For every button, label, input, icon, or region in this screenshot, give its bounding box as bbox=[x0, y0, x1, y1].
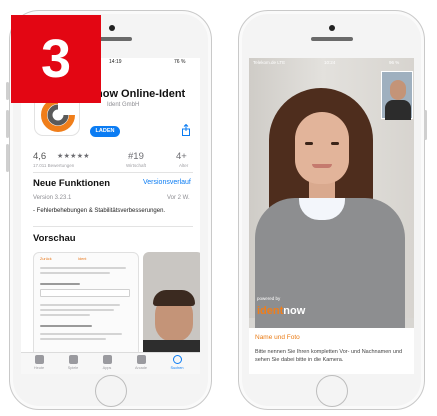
tab-arcade[interactable]: Arcade bbox=[127, 355, 155, 370]
preview-input-box bbox=[40, 289, 130, 297]
release-notes: - Fehlerbehebungen & Stabilitätsverbesse… bbox=[33, 208, 166, 214]
version-number: Version 3.23.1 bbox=[33, 195, 72, 201]
whats-new-title: Neue Funktionen bbox=[33, 178, 111, 189]
self-preview-face bbox=[390, 80, 406, 100]
status-carrier: Telekom.de LTE bbox=[253, 60, 286, 65]
preview-person-hair bbox=[153, 290, 195, 306]
preview-text-line bbox=[40, 309, 114, 311]
age-label: Alter bbox=[179, 163, 189, 168]
preview-screenshot-form[interactable]: Zurück Ident bbox=[33, 252, 139, 362]
volume-down-button bbox=[6, 144, 9, 172]
preview-field-label bbox=[40, 325, 92, 327]
chart-category: Wirtschaft bbox=[126, 163, 147, 168]
get-button[interactable]: LADEN bbox=[90, 126, 120, 137]
rating-stars: ★★★★★ bbox=[57, 153, 90, 160]
status-time: 10:24 bbox=[324, 60, 336, 65]
instruction-panel: Name und Foto Bitte nennen Sie Ihren kom… bbox=[249, 328, 414, 374]
powered-by-label: powered by bbox=[257, 296, 281, 301]
rating-value: 4,6 bbox=[33, 151, 47, 162]
agent-face bbox=[295, 112, 349, 184]
preview-text-line bbox=[40, 304, 120, 306]
tab-label: Heute bbox=[33, 366, 45, 370]
idnow-logo: identnow bbox=[257, 305, 305, 317]
self-preview-body bbox=[385, 100, 411, 120]
screenshot-stage: 14:19 76 % now Online-Ident Ident GmbH L… bbox=[0, 0, 437, 416]
share-icon[interactable] bbox=[181, 124, 191, 136]
agent-eye bbox=[305, 142, 313, 145]
divider bbox=[33, 172, 193, 173]
tab-label: Suchen bbox=[170, 366, 184, 370]
front-camera bbox=[329, 25, 335, 31]
version-history-link[interactable]: Versionsverlauf bbox=[143, 179, 191, 186]
app-store-screen: 14:19 76 % now Online-Ident Ident GmbH L… bbox=[21, 58, 200, 374]
preview-screenshot-video[interactable] bbox=[143, 252, 200, 362]
divider bbox=[33, 226, 193, 227]
tab-label: Spiele bbox=[67, 366, 79, 370]
front-camera bbox=[109, 25, 115, 31]
instruction-text: Bitte nennen Sie Ihren kompletten Vor- u… bbox=[255, 349, 403, 363]
home-button[interactable] bbox=[95, 375, 127, 407]
preview-title: Vorschau bbox=[33, 233, 76, 244]
preview-text-line bbox=[40, 333, 122, 335]
preview-back-link: Zurück bbox=[40, 257, 52, 261]
preview-text-line bbox=[40, 338, 106, 340]
agent-eye bbox=[331, 142, 339, 145]
arcade-icon bbox=[136, 355, 146, 364]
tab-apps[interactable]: Apps bbox=[93, 355, 121, 370]
preview-screen-head: Ident bbox=[78, 257, 87, 261]
tab-bar: Heute Spiele Apps Arcade Suchen bbox=[21, 352, 200, 374]
app-title: now Online-Ident bbox=[96, 88, 186, 100]
tab-label: Arcade bbox=[134, 366, 148, 370]
instruction-title: Name und Foto bbox=[255, 334, 300, 341]
idnow-watermark: powered by identnow bbox=[257, 296, 305, 319]
tab-games[interactable]: Spiele bbox=[59, 355, 87, 370]
games-icon bbox=[68, 355, 78, 364]
logo-suffix: now bbox=[283, 305, 306, 317]
preview-text-line bbox=[40, 272, 110, 274]
tab-today[interactable]: Heute bbox=[25, 355, 53, 370]
preview-text-line bbox=[40, 267, 126, 269]
speaker-grille bbox=[311, 37, 353, 41]
status-battery: 96 % bbox=[389, 60, 400, 65]
video-ident-screen: Telekom.de LTE 10:24 96 % powered by ide… bbox=[249, 58, 414, 374]
tab-label: Apps bbox=[102, 366, 112, 370]
search-icon bbox=[172, 355, 182, 364]
today-icon bbox=[34, 355, 44, 364]
home-button[interactable] bbox=[316, 375, 348, 407]
status-bar: Telekom.de LTE 10:24 96 % bbox=[249, 58, 414, 67]
version-age: Vor 2 W. bbox=[167, 195, 190, 201]
app-developer: Ident GmbH bbox=[107, 102, 140, 108]
self-camera-preview[interactable] bbox=[381, 71, 413, 120]
tab-search[interactable]: Suchen bbox=[163, 355, 191, 370]
volume-up-button bbox=[6, 110, 9, 138]
power-button bbox=[424, 110, 427, 140]
age-rating: 4+ bbox=[176, 151, 187, 162]
status-battery: 76 % bbox=[174, 59, 186, 65]
preview-field-label bbox=[40, 283, 80, 285]
chart-rank: #19 bbox=[128, 151, 144, 162]
mute-switch bbox=[6, 82, 9, 100]
agent-mouth bbox=[312, 164, 332, 168]
status-time: 14:19 bbox=[109, 59, 122, 65]
step-number-badge: 3 bbox=[11, 15, 101, 103]
rating-count: 17.011 Bewertungen bbox=[33, 163, 75, 168]
preview-text-line bbox=[40, 314, 90, 316]
apps-icon bbox=[102, 355, 112, 364]
logo-prefix: ident bbox=[257, 305, 284, 317]
